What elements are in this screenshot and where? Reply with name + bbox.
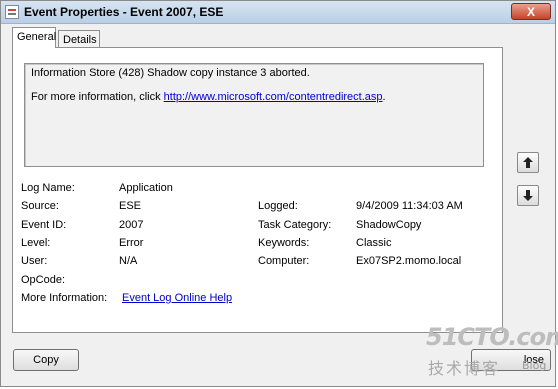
close-window-button[interactable]: X: [511, 3, 551, 20]
level-label: Level:: [21, 237, 51, 249]
copy-button[interactable]: Copy: [13, 349, 79, 371]
log-name-value: Application: [119, 182, 173, 194]
event-log-icon: [5, 5, 19, 19]
user-label: User:: [21, 255, 48, 267]
more-info-line: For more information, click http://www.m…: [31, 91, 477, 103]
event-properties-window: Event Properties - Event 2007, ESE X Det…: [0, 0, 558, 387]
keywords-value: Classic: [356, 237, 392, 249]
more-info-suffix: .: [382, 91, 386, 103]
more-info-prefix: For more information, click: [31, 91, 164, 103]
close-button[interactable]: lose: [471, 349, 551, 371]
general-tab-panel: Information Store (428) Shadow copy inst…: [12, 47, 503, 333]
previous-event-button[interactable]: [517, 152, 539, 173]
logged-value: 9/4/2009 11:34:03 AM: [356, 200, 463, 212]
next-event-button[interactable]: [517, 185, 539, 206]
arrow-down-icon: [523, 190, 533, 201]
logged-label: Logged:: [258, 200, 298, 212]
keywords-label: Keywords:: [258, 237, 310, 249]
computer-label: Computer:: [258, 255, 310, 267]
opcode-label: OpCode:: [21, 274, 66, 286]
window-title: Event Properties - Event 2007, ESE: [24, 5, 224, 19]
arrow-up-icon: [523, 157, 533, 168]
microsoft-redirect-link[interactable]: http://www.microsoft.com/contentredirect…: [164, 91, 383, 103]
close-button-label: lose: [523, 354, 544, 366]
event-description-text: Information Store (428) Shadow copy inst…: [31, 67, 310, 79]
more-information-label: More Information:: [21, 292, 108, 304]
event-id-value: 2007: [119, 219, 144, 231]
title-bar[interactable]: Event Properties - Event 2007, ESE X: [1, 1, 555, 24]
source-label: Source:: [21, 200, 59, 212]
task-category-label: Task Category:: [258, 219, 332, 231]
level-value: Error: [119, 237, 144, 249]
computer-value: Ex07SP2.momo.local: [356, 255, 462, 267]
user-value: N/A: [119, 255, 138, 267]
event-description-box[interactable]: Information Store (428) Shadow copy inst…: [24, 63, 484, 167]
event-log-online-help-link[interactable]: Event Log Online Help: [122, 292, 232, 304]
task-category-value: ShadowCopy: [356, 219, 422, 231]
event-id-label: Event ID:: [21, 219, 67, 231]
log-name-label: Log Name:: [21, 182, 75, 194]
tab-general[interactable]: General: [12, 27, 56, 48]
source-value: ESE: [119, 200, 142, 212]
